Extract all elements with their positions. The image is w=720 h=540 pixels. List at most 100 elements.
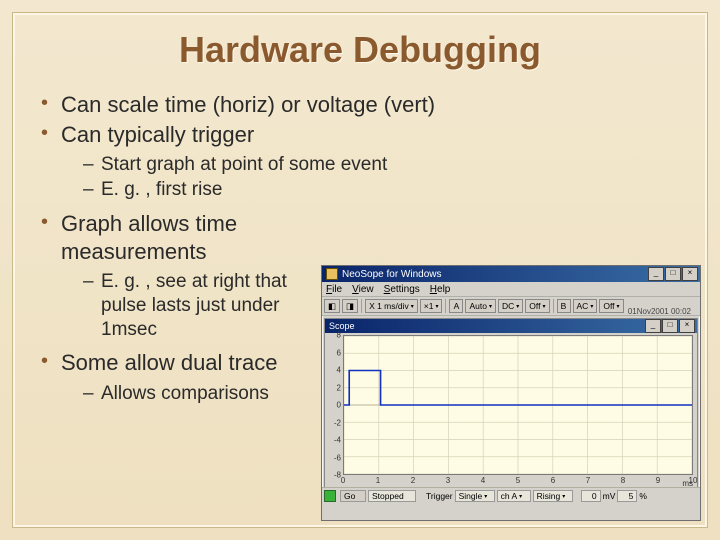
slide-title: Hardware Debugging — [31, 29, 689, 71]
plot-titlebar[interactable]: Scope _ □ × — [325, 319, 697, 333]
y-tick-label: 2 — [337, 383, 341, 392]
y-tick-label: 0 — [337, 401, 341, 410]
bullet-text: Can scale time (horiz) or voltage (vert) — [61, 92, 435, 117]
plot-window-buttons: _ □ × — [645, 319, 695, 333]
value: DC — [502, 301, 514, 311]
y-tick-label: 8 — [337, 331, 341, 340]
minimize-button[interactable]: _ — [648, 267, 664, 281]
sub-list: E. g. , see at right that pulse lasts ju… — [61, 270, 321, 341]
ch-a-coupling[interactable]: DC — [498, 299, 523, 313]
sub-text: E. g. , see at right that pulse lasts ju… — [101, 271, 287, 340]
trigger-edge-select[interactable]: Rising — [533, 490, 573, 502]
x-tick-label: 3 — [446, 476, 450, 485]
x-mul-select[interactable]: ×1 — [420, 299, 443, 313]
plot-svg — [344, 336, 692, 474]
bullet-text: Some allow dual trace — [61, 350, 277, 375]
value: AC — [577, 301, 589, 311]
slide: Hardware Debugging Can scale time (horiz… — [0, 0, 720, 540]
value: 5 — [629, 491, 634, 501]
separator — [553, 299, 554, 313]
menu-help[interactable]: Help — [430, 284, 451, 295]
sub-item: Start graph at point of some event — [83, 153, 689, 177]
sub-text: E. g. , first rise — [101, 179, 222, 200]
y-tick-label: 6 — [337, 348, 341, 357]
window-titlebar[interactable]: NeoSope for Windows _ □ × — [322, 266, 700, 282]
value: ch A — [501, 491, 518, 501]
menu-view[interactable]: View — [352, 284, 374, 295]
plot-timestamp: 01Nov2001 00:02 — [628, 307, 691, 316]
plot-title: Scope — [329, 321, 645, 331]
slide-frame: Hardware Debugging Can scale time (horiz… — [12, 12, 708, 528]
x-tick-label: 5 — [516, 476, 520, 485]
sub-list: Start graph at point of some event E. g.… — [61, 153, 689, 202]
mv-label: mV — [603, 491, 616, 501]
bullet-item: Graph allows time measurements E. g. , s… — [39, 210, 321, 342]
x-tick-label: 7 — [586, 476, 590, 485]
y-tick-label: -2 — [334, 418, 341, 427]
x-tick-label: 0 — [341, 476, 345, 485]
menubar: File View Settings Help — [322, 282, 700, 297]
trigger-label: Trigger — [426, 491, 453, 501]
statusbar: Go Stopped Trigger Single ch A Rising 0 … — [322, 487, 700, 520]
value: Auto — [469, 301, 487, 311]
x-scale-select[interactable]: X 1 ms/div — [365, 299, 418, 313]
bullet-item: Can scale time (horiz) or voltage (vert) — [39, 91, 689, 119]
maximize-button[interactable]: □ — [662, 319, 678, 333]
ch-a-off[interactable]: Off — [525, 299, 549, 313]
sub-list: Allows comparisons — [61, 382, 321, 406]
ch-a-mode[interactable]: Auto — [465, 299, 496, 313]
bullet-text: Graph allows time measurements — [61, 211, 237, 264]
pct-label: % — [639, 491, 647, 501]
y-tick-label: -6 — [334, 453, 341, 462]
ch-b-off[interactable]: Off — [599, 299, 623, 313]
sub-item: E. g. , first rise — [83, 178, 689, 202]
trigger-source-select[interactable]: ch A — [497, 490, 531, 502]
minimize-button[interactable]: _ — [645, 319, 661, 333]
go-button[interactable]: Go — [340, 490, 366, 502]
separator — [361, 299, 362, 313]
x-tick-label: 9 — [656, 476, 660, 485]
x-tick-label: 4 — [481, 476, 485, 485]
trigger-level-value[interactable]: 0 — [581, 490, 601, 502]
run-state: Stopped — [368, 490, 416, 502]
separator — [445, 299, 446, 313]
sub-item: E. g. , see at right that pulse lasts ju… — [83, 270, 321, 341]
close-button[interactable]: × — [682, 267, 698, 281]
x-scale-label: X 1 ms/div — [369, 301, 409, 311]
sub-text: Start graph at point of some event — [101, 154, 387, 175]
tool-icon[interactable]: ◧ — [324, 299, 340, 313]
bullet-item: Some allow dual trace Allows comparisons — [39, 349, 321, 405]
y-tick-label: 4 — [337, 366, 341, 375]
sub-text: Allows comparisons — [101, 383, 269, 404]
ch-b-label: B — [557, 299, 571, 313]
go-indicator-icon — [324, 490, 336, 502]
tool-icon[interactable]: ◨ — [342, 299, 358, 313]
bullet-item: Can typically trigger Start graph at poi… — [39, 121, 689, 202]
value: Stopped — [372, 491, 404, 501]
ch-a-label: A — [449, 299, 463, 313]
trigger-pos-value[interactable]: 5 — [617, 490, 637, 502]
value: Off — [529, 301, 540, 311]
x-mul-label: ×1 — [424, 301, 434, 311]
value: Single — [459, 491, 483, 501]
menu-settings[interactable]: Settings — [384, 284, 420, 295]
x-tick-label: 1 — [376, 476, 380, 485]
y-tick-label: -4 — [334, 436, 341, 445]
x-tick-label: 2 — [411, 476, 415, 485]
close-button[interactable]: × — [679, 319, 695, 333]
trigger-mode-select[interactable]: Single — [455, 490, 495, 502]
window-buttons: _ □ × — [648, 267, 698, 281]
value: 0 — [592, 491, 597, 501]
ch-b-coupling[interactable]: AC — [573, 299, 598, 313]
x-tick-label: 6 — [551, 476, 555, 485]
menu-file[interactable]: File — [326, 284, 342, 295]
maximize-button[interactable]: □ — [665, 267, 681, 281]
plot-area[interactable] — [343, 335, 693, 475]
value: Off — [603, 301, 614, 311]
app-icon — [326, 268, 338, 280]
plot-window: Scope _ □ × 86420-2-4-6-8 012345678910 m… — [324, 318, 698, 490]
sub-item: Allows comparisons — [83, 382, 321, 406]
window-title: NeoSope for Windows — [342, 269, 648, 280]
y-axis-labels: 86420-2-4-6-8 — [327, 335, 341, 475]
label: Go — [344, 491, 355, 501]
